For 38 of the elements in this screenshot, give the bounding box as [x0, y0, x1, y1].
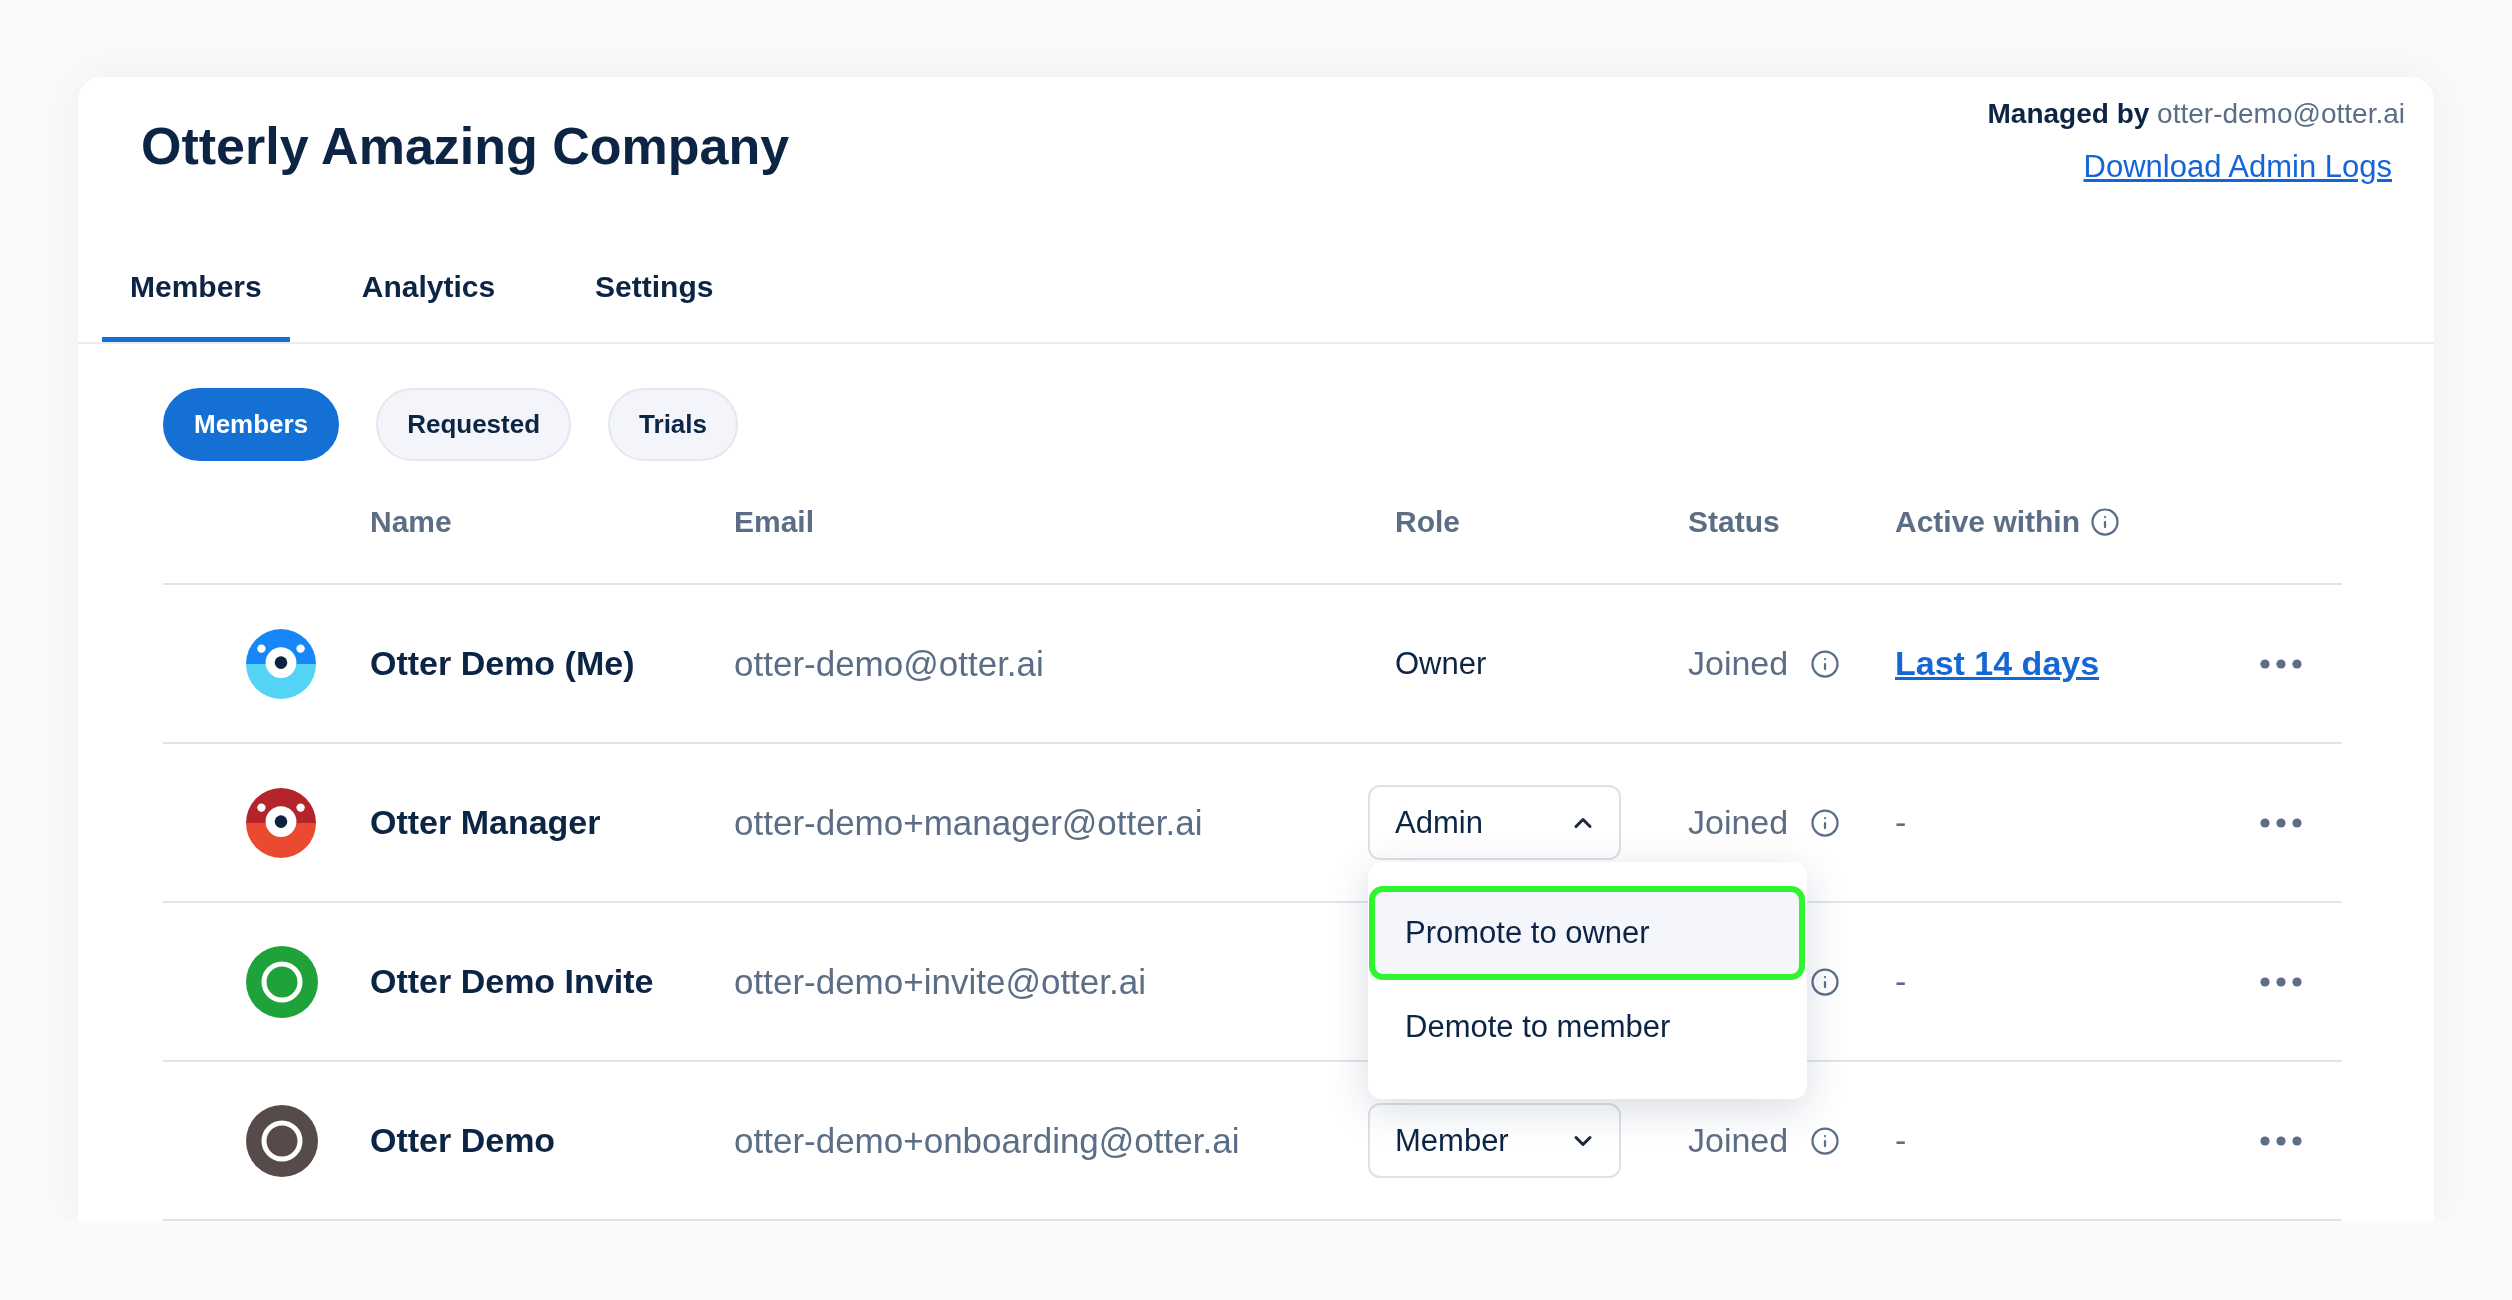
active-within-value: - — [1895, 1121, 1907, 1159]
member-name: Otter Demo (Me) — [370, 644, 635, 682]
member-name: Otter Manager — [370, 803, 601, 841]
status-text: Joined — [1688, 644, 1790, 683]
more-options-icon[interactable] — [2260, 1135, 2302, 1146]
filter-pill[interactable]: Members — [163, 388, 340, 461]
role-dropdown[interactable]: Admin — [1368, 785, 1621, 860]
column-header: Email — [734, 505, 815, 539]
active-within-value: - — [1895, 803, 1907, 841]
active-within-link[interactable]: Last 14 days — [1895, 644, 2100, 682]
role-text: Owner — [1394, 645, 1487, 682]
role-dropdown[interactable]: Member — [1368, 1103, 1621, 1178]
nav-tab[interactable]: Settings — [567, 220, 742, 342]
more-options-icon[interactable] — [2260, 658, 2302, 669]
download-logs-link[interactable]: Download Admin Logs — [2083, 149, 2392, 185]
column-header: Active within — [1895, 505, 2081, 539]
nav-tab[interactable]: Members — [102, 220, 290, 342]
status-text: Joined — [1688, 1121, 1790, 1160]
column-header: Name — [370, 505, 452, 539]
member-email: otter-demo@otter.ai — [734, 643, 1044, 683]
menu-option[interactable]: Demote to member — [1369, 980, 1805, 1074]
company-title: Otterly Amazing Company — [141, 116, 790, 177]
column-header: Role — [1395, 505, 1460, 539]
nav-tab[interactable]: Analytics — [333, 220, 524, 342]
filter-pill[interactable]: Requested — [376, 388, 572, 461]
more-options-icon[interactable] — [2260, 817, 2302, 828]
member-name: Otter Demo Invite — [370, 962, 654, 1000]
managed-by-text: Managed by otter-demo@otter.ai — [1987, 97, 2405, 131]
member-name: Otter Demo — [370, 1121, 556, 1159]
more-options-icon[interactable] — [2260, 976, 2302, 987]
member-email: otter-demo+invite@otter.ai — [734, 961, 1146, 1001]
active-within-value: - — [1895, 962, 1907, 1000]
menu-option[interactable]: Promote to owner — [1369, 886, 1805, 980]
status-text: Joined — [1688, 803, 1790, 842]
member-email: otter-demo+onboarding@otter.ai — [734, 1120, 1240, 1160]
filter-pill[interactable]: Trials — [608, 388, 738, 461]
member-email: otter-demo+manager@otter.ai — [734, 802, 1203, 842]
column-header: Status — [1688, 505, 1780, 539]
